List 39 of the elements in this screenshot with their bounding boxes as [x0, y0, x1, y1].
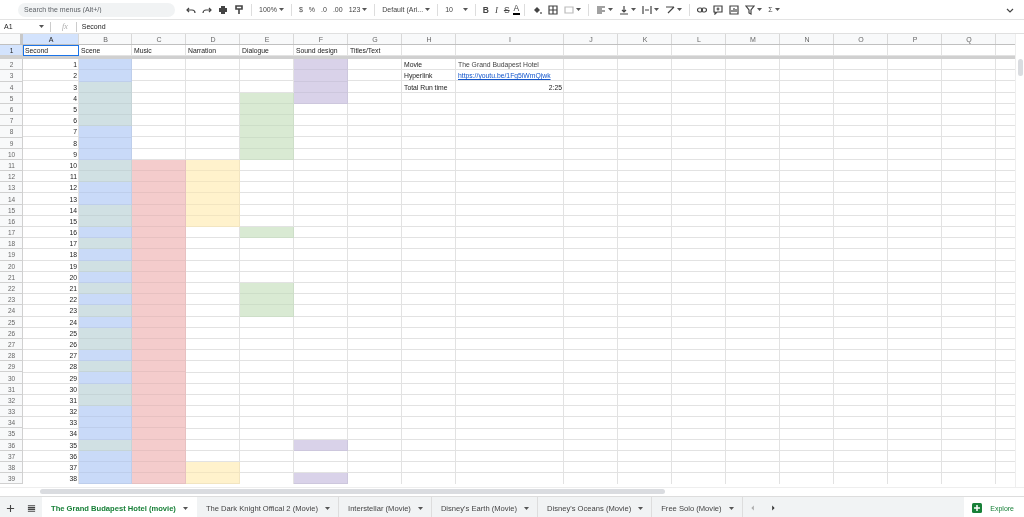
caret-icon — [728, 506, 734, 510]
vertical-align-icon[interactable] — [619, 4, 630, 15]
strikethrough-button[interactable]: S — [500, 2, 513, 17]
caret-icon — [774, 8, 780, 11]
paint-roller-icon[interactable] — [234, 4, 244, 15]
caret-icon — [325, 506, 330, 510]
caret-icon — [462, 8, 468, 11]
caret-icon — [278, 8, 284, 11]
caret-icon — [638, 506, 644, 510]
caret-icon — [417, 506, 423, 510]
caret-icon — [524, 506, 530, 510]
bold-button[interactable]: B — [479, 2, 492, 17]
caret-icon — [654, 8, 660, 11]
scrollbar-thumb[interactable] — [1018, 59, 1023, 76]
menu-icon[interactable] — [27, 503, 36, 513]
text-rotate-icon[interactable] — [665, 4, 676, 15]
chart-icon[interactable] — [729, 4, 740, 15]
text-color-button[interactable]: A — [512, 4, 521, 15]
caret-icon — [631, 8, 637, 11]
caret-icon — [608, 8, 614, 11]
link-icon[interactable] — [697, 4, 708, 15]
caret-icon — [677, 8, 683, 11]
borders-icon[interactable] — [548, 4, 559, 15]
caret-icon — [362, 8, 368, 11]
merge-cells-icon[interactable] — [564, 4, 575, 15]
explore-icon — [972, 503, 983, 513]
caret-icon — [757, 8, 763, 11]
caret-icon — [425, 8, 431, 11]
scrollbar-thumb[interactable] — [40, 489, 665, 494]
add-icon[interactable] — [6, 503, 15, 513]
caret-icon — [182, 506, 188, 510]
filter-icon[interactable] — [745, 4, 756, 15]
caret-icon — [39, 25, 44, 28]
caret-icon — [576, 8, 582, 11]
comment-icon[interactable] — [713, 4, 724, 15]
italic-button[interactable]: I — [491, 2, 501, 17]
fx-label: fx — [62, 22, 68, 31]
text-wrap-icon[interactable] — [642, 4, 653, 15]
align-left-icon[interactable] — [596, 4, 607, 15]
